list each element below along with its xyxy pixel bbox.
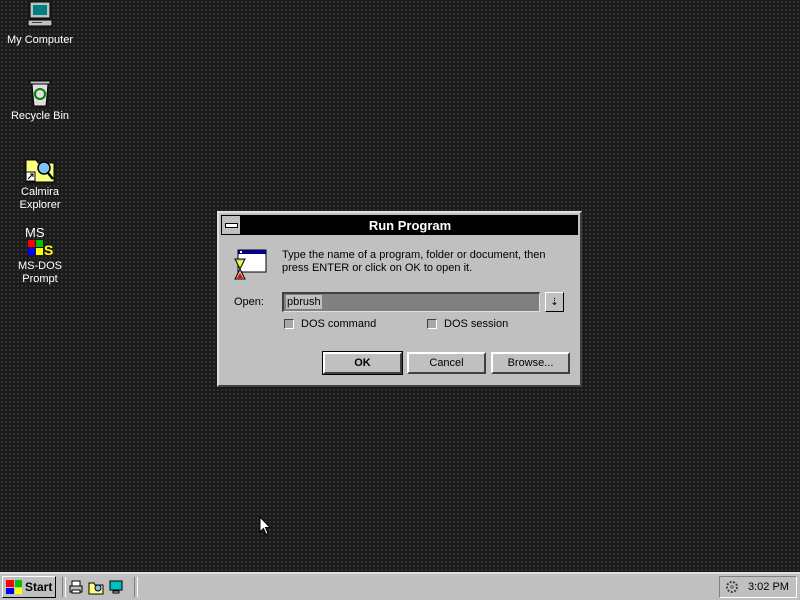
system-tray: 3:02 PM: [719, 576, 797, 598]
open-combobox-input[interactable]: pbrush: [282, 292, 540, 312]
dropdown-arrow-icon: ⇣: [550, 296, 559, 308]
desktop-icon-label: Calmira Explorer: [19, 186, 61, 211]
dialog-description: Type the name of a program, folder or do…: [282, 249, 546, 274]
dos-command-checkbox[interactable]: DOS command: [284, 318, 376, 330]
run-program-dialog: Run Program Type the name of a program, …: [217, 211, 582, 387]
quick-launch-bar: [68, 579, 124, 595]
start-label: Start: [25, 580, 53, 594]
desktop-icon-my-computer[interactable]: My Computer: [2, 0, 78, 47]
checkbox-box[interactable]: [427, 319, 437, 329]
combo-dropdown-button[interactable]: ⇣: [545, 292, 564, 312]
desktop-icon-label: Recycle Bin: [10, 110, 70, 122]
start-button[interactable]: Start: [2, 576, 56, 598]
computer-icon: [24, 0, 56, 32]
desktop-icon-ms-dos-prompt[interactable]: MS S MS-DOS Prompt: [2, 226, 78, 286]
dos-session-checkbox[interactable]: DOS session: [427, 318, 508, 330]
mouse-pointer-icon: [259, 515, 272, 539]
ms-dos-icon: MS S: [24, 226, 56, 258]
browse-button[interactable]: Browse...: [491, 352, 570, 374]
svg-text:S: S: [44, 242, 53, 258]
dos-command-label: DOS command: [301, 318, 377, 330]
checkbox-box[interactable]: [284, 319, 294, 329]
system-menu-button[interactable]: [222, 216, 242, 234]
desktop-quick-icon[interactable]: [108, 579, 124, 595]
desktop-icon-recycle-bin[interactable]: Recycle Bin: [2, 76, 78, 123]
desktop-icon-label: My Computer: [6, 34, 74, 46]
recycle-bin-icon: [24, 76, 56, 108]
dialog-title: Run Program: [368, 217, 452, 233]
taskbar-separator: [62, 577, 66, 597]
run-program-icon: [233, 249, 269, 281]
open-label: Open:: [234, 296, 264, 308]
dialog-titlebar[interactable]: Run Program: [221, 215, 578, 235]
explorer-icon: [24, 152, 56, 184]
dos-session-label: DOS session: [444, 318, 509, 330]
cancel-button[interactable]: Cancel: [407, 352, 486, 374]
desktop-icon-label: MS-DOS Prompt: [18, 260, 62, 285]
explorer-quick-icon[interactable]: [88, 579, 104, 595]
clock[interactable]: 3:02 PM: [748, 581, 789, 593]
open-input-value: pbrush: [286, 295, 322, 309]
taskbar-separator: [134, 577, 138, 597]
windows-logo-icon: [6, 580, 22, 594]
ok-button[interactable]: OK: [322, 351, 403, 375]
desktop-icon-calmira-explorer[interactable]: Calmira Explorer: [2, 152, 78, 212]
printer-icon[interactable]: [68, 579, 84, 595]
tray-gear-icon[interactable]: [724, 579, 740, 595]
taskbar: Start 3:02 PM: [0, 572, 800, 600]
